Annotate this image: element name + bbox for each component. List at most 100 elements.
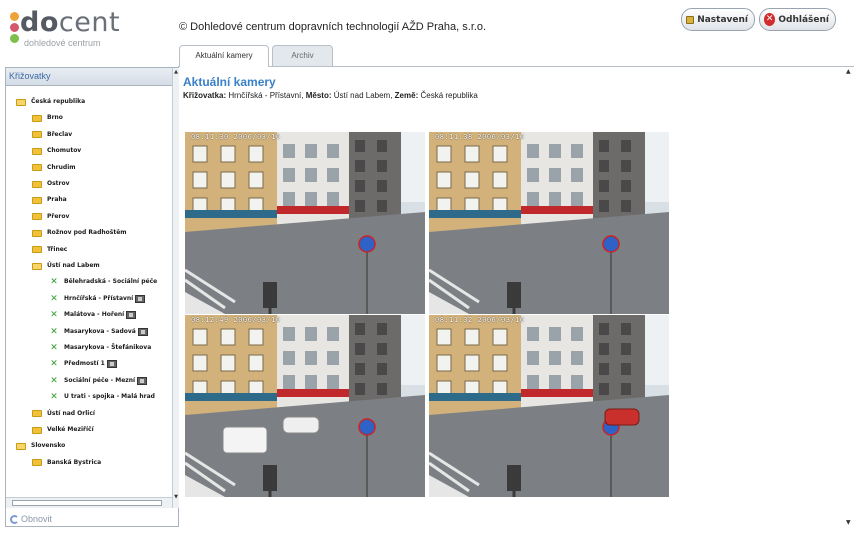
window xyxy=(464,328,480,346)
window xyxy=(464,145,480,163)
tree-folder-item[interactable]: Banská Bystrica xyxy=(32,456,101,470)
folder-icon xyxy=(32,131,42,139)
tree-folder-item[interactable]: Rožnov pod Radhoštěm xyxy=(32,226,127,240)
window xyxy=(436,354,452,372)
window xyxy=(599,323,609,335)
tree-camera-item[interactable]: ✕ Masarykova - Štefánikova xyxy=(50,341,151,355)
window xyxy=(305,144,317,158)
logout-button-label: Odhlášení xyxy=(778,14,829,25)
tree-item-label: Chrudim xyxy=(47,163,76,171)
window xyxy=(599,160,609,172)
main-vertical-scrollbar[interactable]: ▲ ▼ xyxy=(845,67,854,529)
country-label: Země: xyxy=(394,91,419,100)
sky-gap xyxy=(645,315,669,385)
window xyxy=(248,328,264,346)
shop-sign xyxy=(185,393,277,401)
tree-folder-item[interactable]: Chrudim xyxy=(32,161,76,175)
tree-item-label: Ústí nad Labem xyxy=(47,262,100,269)
tree-item-label: Třinec xyxy=(47,245,68,253)
window xyxy=(549,327,561,341)
tree-camera-item[interactable]: ✕ Předmostí 1 xyxy=(50,357,117,371)
tree-camera-item[interactable]: ✕ U trati - spojka - Malá hrad xyxy=(50,390,155,404)
window xyxy=(599,180,609,192)
sidebar-horizontal-scrollbar[interactable] xyxy=(6,497,172,508)
tree-folder-item[interactable]: Česká republika xyxy=(16,95,85,109)
window xyxy=(599,383,609,395)
window xyxy=(355,363,365,375)
logout-button[interactable]: ✕ Odhlášení xyxy=(759,8,836,31)
window xyxy=(355,323,365,335)
horizontal-scroll-thumb[interactable] xyxy=(12,500,162,506)
tree-camera-item[interactable]: ✕ Malátova - Hoření xyxy=(50,308,137,322)
tree-item-label: Praha xyxy=(47,196,67,204)
window xyxy=(248,145,264,163)
tree-folder-item[interactable]: Praha xyxy=(32,193,67,207)
camera-view[interactable]: 08:11:38 2006/03/10 xyxy=(429,132,669,314)
sidebar: Křižovatky Česká republika Brno Břeclav Cho… xyxy=(5,67,179,527)
camera-leaf-icon: ✕ xyxy=(50,277,58,288)
tree-folder-item[interactable]: Chomutov xyxy=(32,144,81,158)
tree-camera-item[interactable]: ✕ Bělehradská - Sociální péče xyxy=(50,275,157,289)
camera-view[interactable]: 08:11:32 2006/03/10 xyxy=(429,315,669,497)
main-scroll-down-icon[interactable]: ▼ xyxy=(846,519,851,526)
window xyxy=(527,327,539,341)
window xyxy=(283,327,295,341)
window xyxy=(220,328,236,346)
window xyxy=(327,351,339,365)
camera-badge-icon xyxy=(135,294,146,303)
sidebar-vertical-scrollbar[interactable]: ▲ ▼ xyxy=(172,68,179,508)
camera-view[interactable]: 08:11:30 2006/03/10 xyxy=(185,132,425,314)
tree-camera-item[interactable]: ✕ Masarykova - Sadová xyxy=(50,325,148,339)
window xyxy=(492,145,508,163)
tree-item-label: Ústí nad Orlicí xyxy=(47,409,95,417)
tree-item-label: Velké Meziříčí xyxy=(47,426,94,433)
tree-item-label: Masarykova - Sadová xyxy=(64,327,136,335)
camera-leaf-icon: ✕ xyxy=(50,392,58,403)
tree-item-label: Masarykova - Štefánikova xyxy=(64,344,152,351)
window xyxy=(283,375,295,389)
settings-button[interactable]: Nastavení xyxy=(681,8,755,31)
tree-folder-item[interactable]: Ústí nad Orlicí xyxy=(32,407,95,421)
sidebar-title: Křižovatky xyxy=(6,68,178,86)
window xyxy=(327,144,339,158)
window xyxy=(377,200,387,212)
window xyxy=(436,328,452,346)
main-scroll-up-icon[interactable]: ▲ xyxy=(846,68,851,75)
tree-camera-item[interactable]: ✕ Hrnčířská - Přístavní xyxy=(50,292,146,306)
tree-item-label: Bělehradská - Sociální péče xyxy=(64,278,158,286)
tree-camera-item[interactable]: ✕ Sociální péče - Mezní xyxy=(50,374,148,388)
camera-leaf-icon: ✕ xyxy=(50,375,58,386)
car xyxy=(282,416,320,434)
tree-item-label: Přerov xyxy=(47,212,70,220)
window xyxy=(527,144,539,158)
tree-folder-item[interactable]: Břeclav xyxy=(32,128,72,142)
tab-archive[interactable]: Archiv xyxy=(272,45,333,66)
tree-folder-item[interactable]: Brno xyxy=(32,111,63,125)
tree-folder-item[interactable]: Přerov xyxy=(32,210,69,224)
window xyxy=(621,383,631,395)
tree-folder-item[interactable]: Slovensko xyxy=(16,439,65,453)
camera-badge-icon xyxy=(106,360,117,369)
tab-current-cameras[interactable]: Aktuální kamery xyxy=(179,45,269,67)
tree-item-label: Břeclav xyxy=(47,130,73,138)
camera-view[interactable]: 08:12:49 2006/03/10 xyxy=(185,315,425,497)
shop-sign xyxy=(429,393,521,401)
camera-leaf-icon: ✕ xyxy=(50,293,58,304)
tree-folder-item[interactable]: Třinec xyxy=(32,243,67,257)
tree-folder-item[interactable]: Velké Meziříčí xyxy=(32,423,94,437)
window xyxy=(220,354,236,372)
tree-item-label: Ostrov xyxy=(47,180,70,187)
window xyxy=(192,171,208,189)
settings-icon xyxy=(686,15,695,24)
tree-folder-item[interactable]: Ostrov xyxy=(32,177,70,191)
tree-folder-item[interactable]: Ústí nad Labem xyxy=(32,259,100,273)
window xyxy=(377,343,387,355)
window xyxy=(355,383,365,395)
window xyxy=(248,171,264,189)
camera-timestamp: 08:11:30 2006/03/10 xyxy=(191,133,281,141)
folder-icon xyxy=(32,459,42,467)
window xyxy=(305,327,317,341)
refresh-button[interactable]: Obnovit xyxy=(10,514,52,524)
window xyxy=(283,192,295,206)
folder-icon xyxy=(32,196,42,204)
